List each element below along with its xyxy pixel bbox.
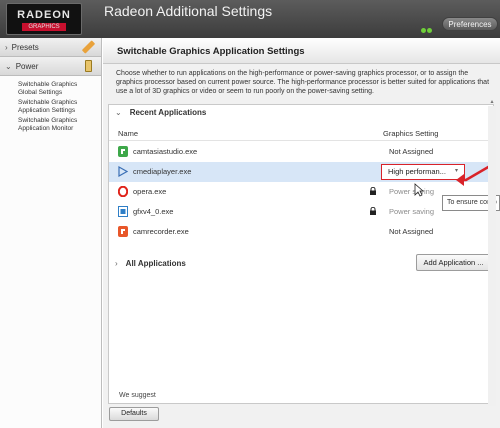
- sidebar-item-line2: Application Settings: [18, 106, 76, 114]
- page-title: Switchable Graphics Application Settings: [117, 46, 305, 57]
- graphics-setting[interactable]: Not Assigned: [389, 147, 433, 156]
- battery-icon: [85, 60, 92, 72]
- sidebar-item-line2: Application Monitor: [18, 124, 74, 132]
- pencil-icon: [81, 40, 96, 54]
- graphics-setting: Power saving: [389, 207, 435, 216]
- graphics-setting: Power saving: [389, 187, 435, 196]
- play-icon: [118, 166, 128, 177]
- sidebar-item-line1: Switchable Graphics: [18, 117, 78, 124]
- app-name: camtasiastudio.exe: [133, 147, 198, 156]
- chevron-down-icon: ⌄: [115, 108, 122, 117]
- power-label: Power: [15, 62, 39, 71]
- applications-panel: ⌄ Recent Applications Name Graphics Setti…: [108, 104, 494, 404]
- recent-applications-header[interactable]: ⌄ Recent Applications: [109, 105, 493, 121]
- main-panel: Switchable Graphics Application Settings…: [103, 38, 500, 428]
- sidebar-item-global-settings[interactable]: Switchable Graphics Global Settings: [0, 78, 101, 96]
- all-applications-label: All Applications: [125, 259, 186, 268]
- chevron-down-icon: ⌄: [5, 62, 12, 71]
- sidebar-item-application-monitor[interactable]: Switchable Graphics Application Monitor: [0, 114, 101, 132]
- recent-applications-label: Recent Applications: [129, 108, 207, 117]
- cursor-icon: [414, 183, 424, 197]
- sidebar: › Presets ⌄ Power Switchable Graphics Glob…: [0, 38, 102, 428]
- chevron-right-icon: ›: [115, 259, 118, 268]
- lock-icon: [370, 187, 376, 195]
- table-row[interactable]: camtasiastudio.exe Not Assigned: [109, 142, 493, 162]
- column-graphics-setting: Graphics Setting: [383, 129, 439, 138]
- table-header: Name Graphics Setting: [109, 127, 493, 141]
- opera-icon: [118, 186, 128, 197]
- vertical-scrollbar[interactable]: [488, 106, 496, 406]
- chevron-right-icon: ›: [5, 43, 8, 52]
- logo-sub-text: GRAPHICS: [22, 23, 66, 31]
- camtasia-icon: [118, 146, 128, 157]
- status-indicator-icon: [421, 20, 435, 33]
- suggestion-note: We suggest: [119, 392, 156, 399]
- app-name: opera.exe: [133, 187, 167, 196]
- sidebar-item-line1: Switchable Graphics: [18, 99, 78, 106]
- presets-label: Presets: [11, 43, 39, 52]
- sidebar-item-application-settings[interactable]: Switchable Graphics Application Settings: [0, 96, 101, 114]
- add-application-button[interactable]: Add Application ...: [416, 254, 491, 271]
- sidebar-item-line1: Switchable Graphics: [18, 81, 78, 88]
- sidebar-item-presets[interactable]: › Presets: [0, 38, 101, 57]
- table-row[interactable]: gfxv4_0.exe Power saving: [109, 202, 493, 222]
- table-row[interactable]: camrecorder.exe Not Assigned: [109, 222, 493, 242]
- page-description: Choose whether to run applications on th…: [116, 70, 490, 95]
- page-header: Switchable Graphics Application Settings: [103, 38, 500, 64]
- sidebar-item-line2: Global Settings: [18, 88, 63, 96]
- column-name: Name: [118, 129, 139, 138]
- recorder-icon: [118, 226, 128, 237]
- app-name: gfxv4_0.exe: [133, 207, 174, 216]
- app-title: Radeon Additional Settings: [104, 3, 273, 19]
- radeon-logo: RADEON GRAPHICS: [6, 3, 82, 35]
- lock-icon: [370, 207, 376, 215]
- sidebar-item-power[interactable]: ⌄ Power: [0, 57, 101, 76]
- all-applications-header[interactable]: › All Applications: [115, 259, 186, 268]
- logo-main-text: RADEON: [17, 9, 71, 21]
- app-name: camrecorder.exe: [133, 227, 189, 236]
- scroll-up-icon[interactable]: ▴: [488, 98, 496, 106]
- app-name: cmediaplayer.exe: [133, 167, 192, 176]
- preferences-button[interactable]: Preferences: [442, 17, 498, 31]
- gfx-icon: [118, 206, 128, 217]
- all-applications-section: › All Applications Add Application ...: [109, 253, 493, 273]
- title-bar: RADEON GRAPHICS Radeon Additional Settin…: [0, 0, 500, 38]
- defaults-button[interactable]: Defaults: [109, 407, 159, 421]
- graphics-setting[interactable]: Not Assigned: [389, 227, 433, 236]
